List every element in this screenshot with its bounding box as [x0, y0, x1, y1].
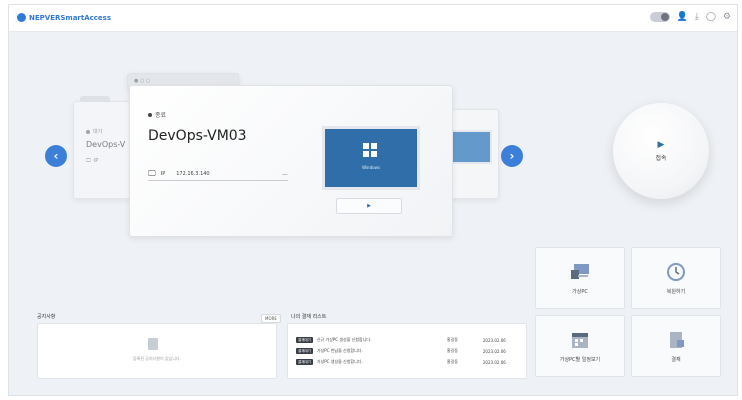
vm-play-button[interactable]: ▶ — [336, 198, 402, 214]
tile-restore[interactable]: 복원하기 — [631, 247, 721, 309]
task-date: 2023.02.06 — [482, 359, 506, 365]
vm-status: 대기 — [93, 129, 103, 135]
task-user: 홍길동 — [446, 359, 458, 364]
task-row[interactable]: 결재대기 신규 가상PC 생성을 신청합니다. 홍길동 2023.02.06 — [296, 336, 518, 344]
tile-label: 가상PC — [572, 288, 588, 295]
task-row[interactable]: 결재대기 가상PC 생성을 신청합니다. 홍길동 2023.02.06 — [296, 358, 518, 366]
empty-document-icon — [148, 338, 158, 350]
tile-schedule[interactable]: 가상PC별 일정보기 — [535, 315, 625, 377]
tile-label: 가상PC별 일정보기 — [559, 356, 601, 363]
monitor-icon: 🖵 — [148, 169, 156, 178]
vm-name: DevOps-V — [86, 140, 126, 149]
topbar-actions: 👤 ⤓ ◯ ⚙ — [649, 12, 731, 22]
settings-icon[interactable]: ⚙ — [723, 12, 731, 22]
carousel-next-button[interactable]: › — [501, 145, 523, 167]
logo[interactable]: NEPVERSmartAccess — [17, 13, 111, 22]
vm-card-selected[interactable]: 종료 DevOps-VM03 🖵 IP 172.16.3.140 — Windo… — [129, 85, 453, 237]
chevron-down-icon[interactable]: — — [282, 171, 288, 178]
connect-label: 접속 — [655, 155, 667, 162]
ip-label: IP — [93, 158, 99, 164]
app-window: NEPVERSmartAccess 👤 ⤓ ◯ ⚙ 대기 DevOps-V 🖵 … — [8, 4, 738, 396]
document-icon — [665, 330, 687, 350]
os-thumbnail: Windows — [322, 126, 420, 190]
connect-button[interactable]: ▶ 접속 — [613, 103, 709, 199]
task-badge: 결재대기 — [296, 359, 313, 365]
status-dot-icon — [86, 129, 90, 134]
os-label: Windows — [362, 165, 380, 170]
logo-icon — [17, 13, 26, 22]
task-row[interactable]: 결재대기 가상PC 반납을 신청합니다. 홍길동 2023.02.06 — [296, 347, 518, 355]
notice-title: 공지사항 — [37, 314, 56, 320]
tile-virtual-pc[interactable]: 가상PC — [535, 247, 625, 309]
task-text: 가상PC 반납을 신청합니다. — [316, 348, 363, 353]
restore-icon — [665, 262, 687, 282]
ip-value: 172.16.3.140 — [176, 171, 210, 177]
notice-more-button[interactable]: MORE — [261, 314, 281, 323]
play-icon: ▶ — [657, 140, 665, 150]
notice-empty-text: 등록된 공지사항이 없습니다. — [133, 356, 181, 361]
top-bar: NEPVERSmartAccess 👤 ⤓ ◯ ⚙ — [9, 5, 737, 32]
vm-ip-row[interactable]: 🖵 IP 172.16.3.140 — — [148, 168, 288, 181]
task-date: 2023.02.06 — [482, 337, 506, 343]
user-icon[interactable]: 👤 — [677, 12, 688, 22]
task-user: 홍길동 — [446, 337, 458, 342]
tasks-panel: 결재대기 신규 가상PC 생성을 신청합니다. 홍길동 2023.02.06 결… — [287, 323, 527, 379]
status-dot-icon — [148, 112, 152, 117]
toggle-icon[interactable] — [649, 12, 670, 22]
task-date: 2023.02.06 — [482, 348, 506, 354]
task-user: 홍길동 — [446, 348, 458, 353]
tasks-title: 나의 결재 리스트 — [291, 314, 327, 320]
logo-text: NEPVERSmartAccess — [29, 13, 112, 22]
vm-status: 종료 — [155, 112, 167, 119]
tile-label: 복원하기 — [666, 288, 686, 295]
calendar-icon — [569, 330, 591, 350]
notice-panel: 등록된 공지사항이 없습니다. — [37, 323, 277, 379]
tile-approval[interactable]: 결재 — [631, 315, 721, 377]
bell-icon[interactable]: ◯ — [706, 12, 716, 22]
task-text: 신규 가상PC 생성을 신청합니다. — [316, 337, 372, 342]
windows-logo-icon — [363, 143, 377, 157]
task-text: 가상PC 생성을 신청합니다. — [316, 359, 363, 364]
download-icon[interactable]: ⤓ — [695, 12, 699, 22]
task-badge: 결재대기 — [296, 348, 313, 354]
ip-label: IP — [160, 171, 166, 177]
monitor-icon: 🖵 — [86, 158, 91, 164]
carousel-prev-button[interactable]: ‹ — [45, 145, 67, 167]
card-tab — [80, 96, 110, 102]
computer-icon — [569, 262, 591, 282]
task-badge: 결재대기 — [296, 337, 313, 343]
tile-label: 결재 — [671, 356, 681, 363]
vm-name: DevOps-VM03 — [148, 128, 247, 144]
